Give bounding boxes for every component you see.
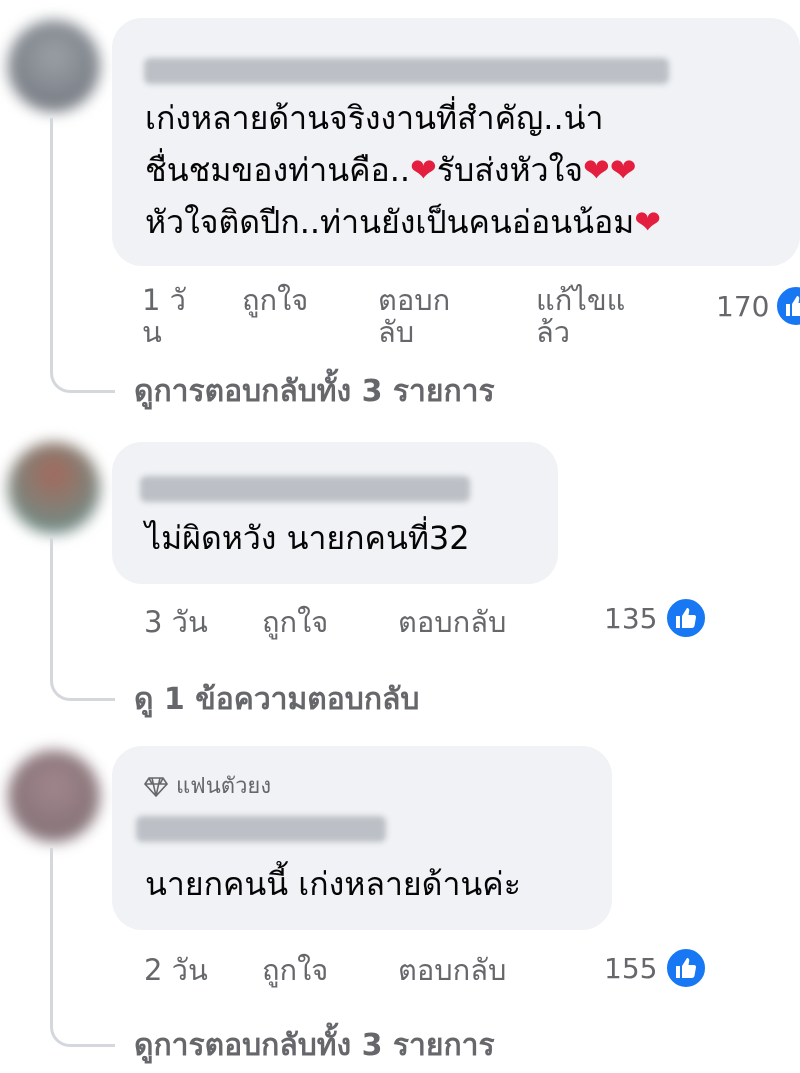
comment-text-line-2: ชื่นชมของท่านคือ..❤รับส่งหัวใจ❤❤ [145, 144, 637, 196]
comment-text-line-2-b: รับส่งหัวใจ [436, 151, 583, 189]
badge-label: แฟนตัวยง [176, 774, 272, 799]
view-replies-link[interactable]: ดูการตอบกลับทั้ง 3 รายการ [134, 1022, 495, 1069]
timestamp[interactable]: 2 วัน [144, 954, 208, 986]
heart-emoji: ❤ [410, 151, 437, 189]
author-name-blurred[interactable] [144, 58, 669, 84]
comment-text-line-3-a: หัวใจติดปีก..ท่านยังเป็นคนอ่อนน้อม [145, 203, 635, 241]
top-fan-badge[interactable]: แฟนตัวยง [143, 768, 272, 803]
comment-1: เก่งหลายด้านจริงงานที่สำคัญ..น่า ชื่นชมข… [0, 0, 800, 420]
comment-bubble: เก่งหลายด้านจริงงานที่สำคัญ..น่า ชื่นชมข… [112, 18, 800, 266]
comment-2: ไม่ผิดหวัง นายกคนที่32 3 วัน ถูกใจ ตอบกล… [0, 420, 800, 720]
like-reaction-icon[interactable] [664, 596, 708, 640]
like-button[interactable]: ถูกใจ [262, 954, 328, 986]
thread-line [50, 538, 115, 701]
heart-emoji: ❤ [634, 203, 662, 241]
comment-text-line-3: หัวใจติดปีก..ท่านยังเป็นคนอ่อนน้อม❤ [145, 196, 661, 248]
heart-emoji: ❤❤ [582, 151, 637, 189]
reply-button[interactable]: ตอบกลับ [378, 284, 458, 348]
comment-text-line-2-a: ชื่นชมของท่านคือ.. [145, 151, 411, 189]
like-reaction-icon[interactable] [664, 946, 708, 990]
avatar[interactable] [8, 750, 100, 842]
view-replies-link[interactable]: ดู 1 ข้อความตอบกลับ [134, 676, 419, 723]
avatar[interactable] [8, 442, 100, 534]
reaction-count[interactable]: 135 [604, 602, 657, 635]
diamond-icon [143, 777, 169, 798]
thread-line [50, 848, 115, 1047]
reply-button[interactable]: ตอบกลับ [398, 954, 506, 986]
edited-label: แก้ไขแล้ว [536, 283, 626, 349]
author-name-blurred[interactable] [136, 816, 386, 842]
like-reaction-icon[interactable] [774, 284, 800, 328]
reaction-count[interactable]: 155 [604, 952, 657, 985]
avatar[interactable] [8, 20, 100, 112]
view-replies-link[interactable]: ดูการตอบกลับทั้ง 3 รายการ [134, 368, 495, 415]
reply-button[interactable]: ตอบกลับ [398, 606, 506, 638]
timestamp[interactable]: 1 วัน [142, 284, 202, 348]
comment-text: ไม่ผิดหวัง นายกคนที่32 [145, 519, 470, 557]
thread-line [50, 118, 115, 393]
author-name-blurred[interactable] [140, 476, 470, 502]
comment-bubble: ไม่ผิดหวัง นายกคนที่32 [112, 442, 558, 584]
comment-text-line-1: เก่งหลายด้านจริงงานที่สำคัญ..น่า [145, 99, 604, 137]
comment-bubble: แฟนตัวยง นายกคนนี้ เก่งหลายด้านค่ะ [112, 746, 612, 930]
comment-text: นายกคนนี้ เก่งหลายด้านค่ะ [145, 865, 521, 903]
comment-3: แฟนตัวยง นายกคนนี้ เก่งหลายด้านค่ะ 2 วัน… [0, 730, 800, 1073]
reaction-count[interactable]: 170 [716, 290, 769, 323]
like-button[interactable]: ถูกใจ [242, 284, 308, 316]
timestamp[interactable]: 3 วัน [144, 606, 208, 638]
like-button[interactable]: ถูกใจ [262, 606, 328, 638]
